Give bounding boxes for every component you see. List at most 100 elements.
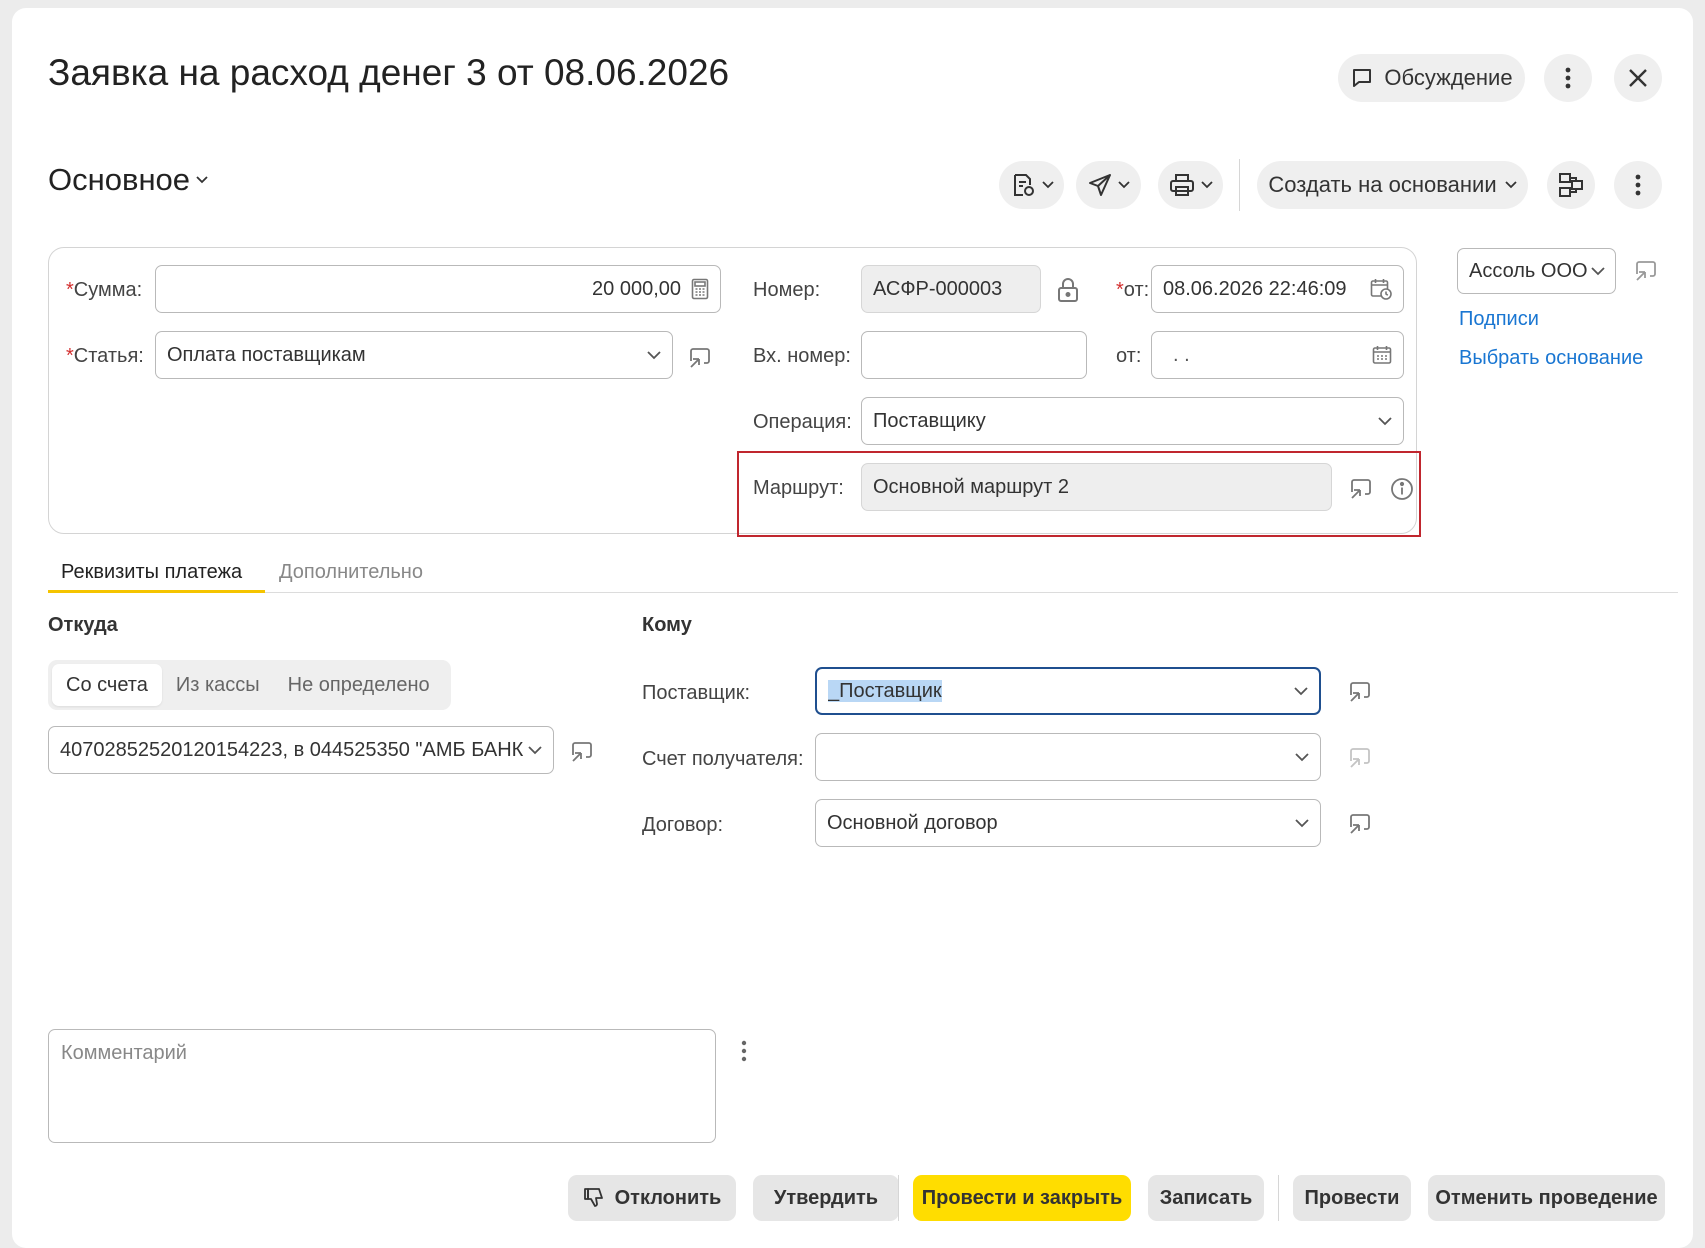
segment-from-cash[interactable]: Из кассы xyxy=(162,664,274,706)
comment-more-button[interactable] xyxy=(729,1036,759,1066)
discussion-label: Обсуждение xyxy=(1384,65,1513,90)
date-label: *от: xyxy=(1116,279,1150,301)
number-value: АСФР-000003 xyxy=(873,277,1003,300)
comment-placeholder: Комментарий xyxy=(61,1042,187,1064)
save-button[interactable]: Записать xyxy=(1148,1175,1264,1221)
supplier-select[interactable]: _Поставщик xyxy=(815,667,1321,715)
article-label: *Статья: xyxy=(66,345,144,367)
route-value: Основной маршрут 2 xyxy=(873,475,1070,498)
operation-label: Операция: xyxy=(753,411,852,433)
route-field: Основной маршрут 2 xyxy=(861,463,1332,511)
send-button[interactable] xyxy=(1076,161,1141,209)
open-article-button[interactable] xyxy=(685,343,715,373)
close-button[interactable] xyxy=(1614,54,1662,102)
route-info-button[interactable] xyxy=(1387,474,1417,504)
article-value: Оплата поставщикам xyxy=(167,343,366,366)
open-link-icon xyxy=(1348,476,1374,502)
open-route-button[interactable] xyxy=(1346,474,1376,504)
lock-icon xyxy=(1057,277,1079,303)
tabs-divider xyxy=(48,592,1678,593)
chevron-down-icon xyxy=(1200,181,1213,189)
number-field: АСФР-000003 xyxy=(861,265,1041,313)
open-bank-account-button[interactable] xyxy=(567,737,597,767)
thumbs-down-icon xyxy=(583,1187,605,1209)
recipient-account-select[interactable] xyxy=(815,733,1321,781)
contract-select[interactable]: Основной договор xyxy=(815,799,1321,847)
tab-payment-details[interactable]: Реквизиты платежа xyxy=(61,561,242,584)
calculator-icon[interactable] xyxy=(691,278,709,300)
segment-undefined[interactable]: Не определено xyxy=(274,664,444,706)
kebab-icon xyxy=(1635,174,1641,196)
comment-textarea[interactable]: Комментарий xyxy=(48,1029,716,1143)
in-number-field[interactable] xyxy=(861,331,1087,379)
approve-button[interactable]: Утвердить xyxy=(753,1175,899,1221)
open-organization-button[interactable] xyxy=(1631,256,1661,286)
post-and-close-button[interactable]: Провести и закрыть xyxy=(913,1175,1131,1221)
document-report-button[interactable] xyxy=(999,161,1064,209)
open-recipient-account-button[interactable] xyxy=(1345,743,1375,773)
tab-additional[interactable]: Дополнительно xyxy=(279,561,423,584)
route-label: Маршрут: xyxy=(753,477,844,499)
reject-button[interactable]: Отклонить xyxy=(568,1175,736,1221)
reject-label: Отклонить xyxy=(614,1186,722,1209)
post-button[interactable]: Провести xyxy=(1293,1175,1411,1221)
supplier-label: Поставщик: xyxy=(642,682,751,704)
from-section-title: Откуда xyxy=(48,614,118,636)
open-supplier-button[interactable] xyxy=(1345,677,1375,707)
segment-from-account[interactable]: Со счета xyxy=(52,664,162,706)
date-value: 08.06.2026 22:46:09 xyxy=(1163,277,1347,300)
sum-field[interactable]: 20 000,00 xyxy=(155,265,721,313)
open-link-icon xyxy=(687,345,713,371)
in-date-label: от: xyxy=(1116,345,1142,367)
choose-basis-link[interactable]: Выбрать основание xyxy=(1459,347,1643,370)
calendar-icon[interactable] xyxy=(1372,345,1392,365)
page-title: Заявка на расход денег 3 от 08.06.2026 xyxy=(48,52,730,93)
structure-button[interactable] xyxy=(1547,161,1595,209)
create-based-on-button[interactable]: Создать на основании xyxy=(1257,161,1528,209)
date-field[interactable]: 08.06.2026 22:46:09 xyxy=(1151,265,1404,313)
open-contract-button[interactable] xyxy=(1345,809,1375,839)
operation-value: Поставщику xyxy=(873,409,986,432)
section-selector[interactable]: Основное xyxy=(48,162,208,198)
chevron-down-icon xyxy=(1117,181,1130,189)
footer-divider-2 xyxy=(1278,1175,1279,1221)
chevron-down-icon[interactable] xyxy=(528,745,542,755)
section-label: Основное xyxy=(48,162,191,197)
in-number-label: Вх. номер: xyxy=(753,345,851,367)
chevron-down-icon xyxy=(1041,181,1054,189)
chevron-down-icon[interactable] xyxy=(1295,752,1309,762)
article-select[interactable]: Оплата поставщикам xyxy=(155,331,673,379)
calendar-clock-icon[interactable] xyxy=(1370,278,1392,300)
organization-select[interactable]: Ассоль ООО xyxy=(1457,248,1616,294)
unpost-button[interactable]: Отменить проведение xyxy=(1428,1175,1665,1221)
more-menu-button[interactable] xyxy=(1544,54,1592,102)
number-lock-button[interactable] xyxy=(1053,275,1083,305)
discussion-button[interactable]: Обсуждение xyxy=(1338,54,1525,102)
open-link-icon xyxy=(1347,679,1373,705)
print-button[interactable] xyxy=(1158,161,1223,209)
supplier-value: _Поставщик xyxy=(828,679,942,702)
operation-select[interactable]: Поставщику xyxy=(861,397,1404,445)
info-icon xyxy=(1390,477,1414,501)
kebab-icon xyxy=(1565,67,1571,89)
chevron-down-icon[interactable] xyxy=(1591,266,1605,276)
chat-icon xyxy=(1350,66,1374,90)
recipient-account-label: Счет получателя: xyxy=(642,748,804,770)
footer-divider xyxy=(898,1175,899,1221)
signatures-link[interactable]: Подписи xyxy=(1459,308,1539,331)
contract-value: Основной договор xyxy=(827,811,998,834)
chevron-down-icon[interactable] xyxy=(1378,416,1392,426)
chevron-down-icon[interactable] xyxy=(647,350,661,360)
chevron-down-icon[interactable] xyxy=(1294,686,1308,696)
in-date-field[interactable]: . . xyxy=(1151,331,1404,379)
number-label: Номер: xyxy=(753,279,821,301)
contract-label: Договор: xyxy=(642,814,724,836)
chevron-down-icon[interactable] xyxy=(1295,818,1309,828)
document-window: Заявка на расход денег 3 от 08.06.2026 О… xyxy=(12,8,1693,1248)
bank-account-select[interactable]: 40702852520120154223, в 044525350 "АМБ Б… xyxy=(48,726,554,774)
to-section-title: Кому xyxy=(642,614,692,636)
source-type-switch: Со счета Из кассы Не определено xyxy=(48,660,451,710)
toolbar-more-button[interactable] xyxy=(1614,161,1662,209)
tab-active-indicator xyxy=(48,590,265,593)
chevron-down-icon xyxy=(1504,181,1517,189)
